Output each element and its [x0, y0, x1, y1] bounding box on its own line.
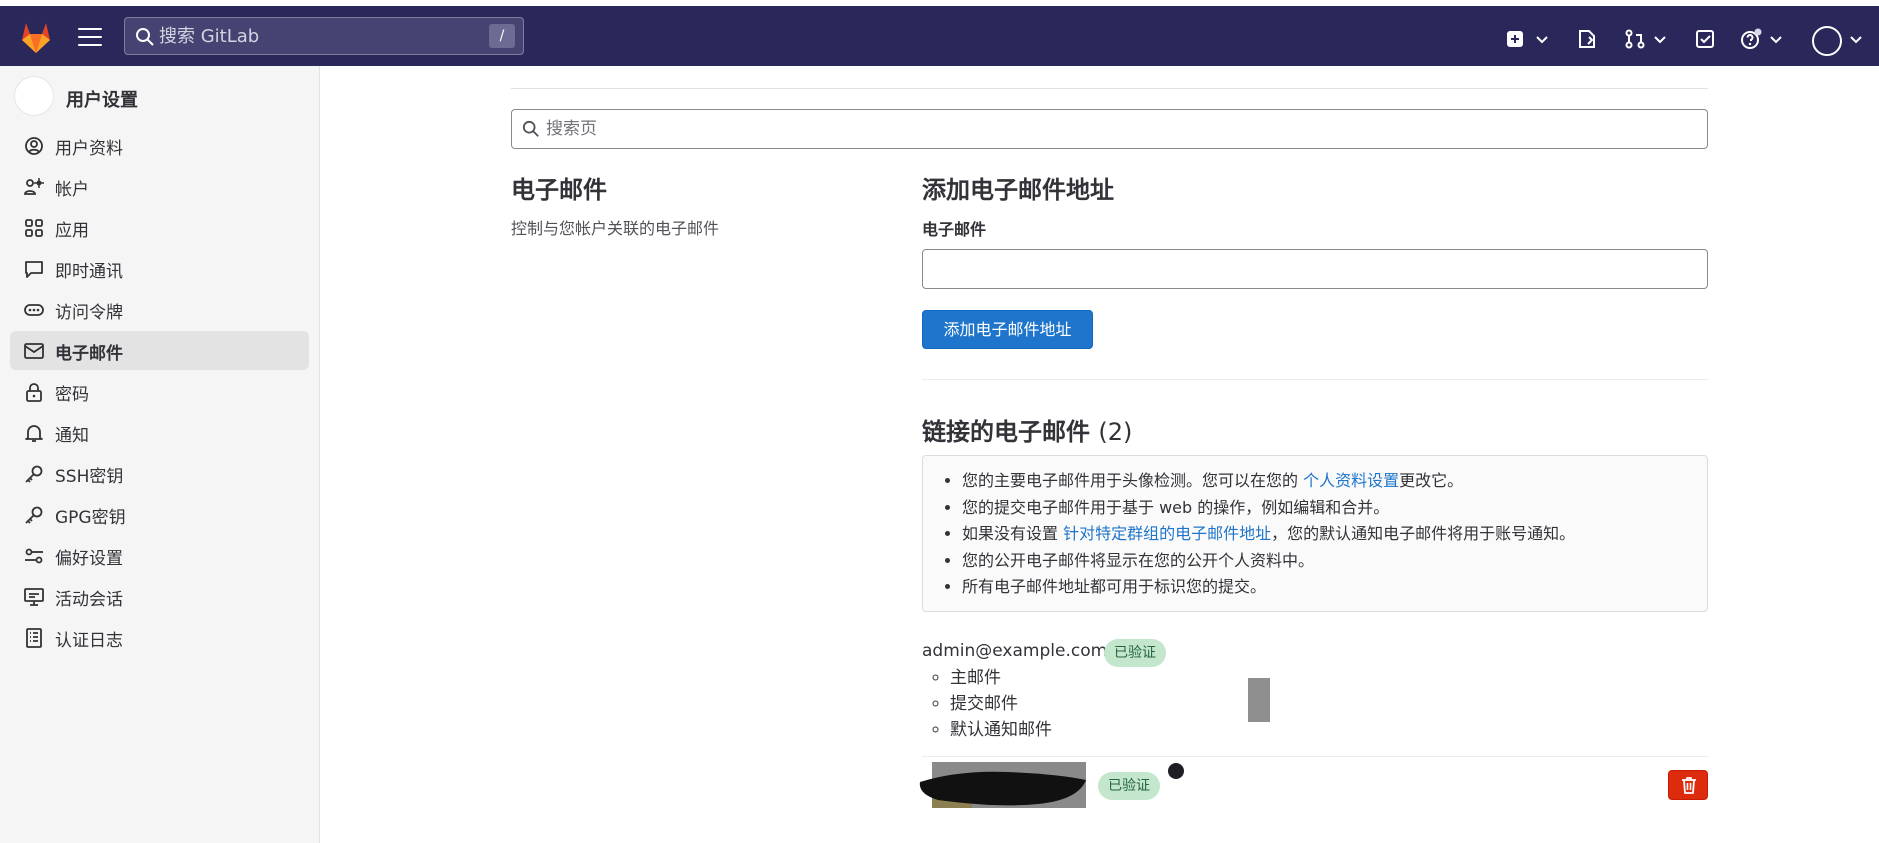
preferences-icon — [25, 548, 43, 564]
linked-emails-title-text: 链接的电子邮件 — [922, 418, 1090, 446]
linked-emails-title: 链接的电子邮件 (2) — [922, 412, 1132, 447]
mail-icon — [24, 343, 44, 359]
sidebar-item-label: 密码 — [55, 385, 89, 405]
email-role: 默认通知邮件 — [950, 717, 1052, 743]
linked-emails-count: (2) — [1098, 418, 1133, 446]
chevron-down-icon[interactable] — [1850, 34, 1862, 44]
sidebar-item-chat[interactable]: 即时通讯 — [10, 249, 309, 288]
divider — [922, 756, 1708, 757]
section-description: 控制与您帐户关联的电子邮件 — [511, 219, 720, 238]
sidebar-item-auth-log[interactable]: 认证日志 — [10, 618, 309, 657]
email-role: 主邮件 — [950, 665, 1052, 691]
search-icon — [136, 28, 154, 46]
search-icon — [522, 120, 539, 137]
avatar — [14, 76, 54, 116]
sidebar-item-label: 访问令牌 — [55, 303, 123, 323]
sidebar-item-label: 认证日志 — [55, 631, 123, 651]
global-search[interactable]: / — [124, 17, 524, 55]
sidebar-item-label: 用户资料 — [55, 139, 123, 159]
log-icon — [26, 628, 42, 648]
sidebar-item-applications[interactable]: 应用 — [10, 208, 309, 247]
email-field[interactable] — [922, 249, 1708, 289]
sidebar-item-notifications[interactable]: 通知 — [10, 413, 309, 452]
sidebar-item-ssh-keys[interactable]: SSH密钥 — [10, 454, 309, 493]
sidebar-item-account[interactable]: 帐户 — [10, 167, 309, 206]
global-search-input[interactable] — [159, 23, 479, 49]
hamburger-icon[interactable] — [78, 28, 102, 48]
info-item: 您的提交电子邮件用于基于 web 的操作，例如编辑和合并。 — [962, 495, 1691, 522]
key-icon — [25, 506, 43, 524]
chevron-down-icon[interactable] — [1654, 34, 1666, 44]
lock-icon — [26, 383, 42, 402]
sidebar-item-label: 活动会话 — [55, 590, 123, 610]
add-email-title: 添加电子邮件地址 — [922, 176, 1114, 204]
account-icon — [24, 178, 44, 195]
info-item: 所有电子邮件地址都可用于标识您的提交。 — [962, 574, 1691, 601]
email-address: admin@example.com — [922, 641, 1108, 661]
page-search[interactable] — [511, 109, 1708, 149]
top-navbar: / — [0, 0, 1879, 66]
help-icon[interactable] — [1740, 28, 1762, 50]
delete-email-button[interactable] — [1668, 770, 1708, 800]
sidebar-title: 用户设置 — [66, 90, 138, 111]
sidebar-item-preferences[interactable]: 偏好设置 — [10, 536, 309, 575]
plus-square-icon[interactable] — [1504, 28, 1526, 50]
verified-badge: 已验证 — [1098, 772, 1160, 800]
gitlab-logo[interactable] — [18, 20, 54, 54]
sidebar-item-profile[interactable]: 用户资料 — [10, 126, 309, 165]
monitor-icon — [24, 588, 44, 606]
page-search-input[interactable] — [546, 116, 1646, 142]
token-icon — [24, 304, 44, 316]
trash-icon — [1682, 777, 1696, 794]
sidebar-item-active-sessions[interactable]: 活动会话 — [10, 577, 309, 616]
sidebar-item-emails[interactable]: 电子邮件 — [10, 331, 309, 370]
sidebar-item-access-tokens[interactable]: 访问令牌 — [10, 290, 309, 329]
redaction-dot — [1168, 763, 1184, 779]
settings-sidebar: 用户设置 用户资料 帐户 应用 即时通讯 访问令牌 电子邮件 密码 通知 SSH… — [0, 66, 320, 843]
group-emails-link[interactable]: 针对特定群组的电子邮件地址 — [1063, 524, 1271, 543]
sidebar-item-label: 即时通讯 — [55, 262, 123, 282]
section-title: 电子邮件 — [511, 176, 607, 204]
search-shortcut-key: / — [489, 24, 515, 48]
info-item: 如果没有设置 针对特定群组的电子邮件地址，您的默认通知电子邮件将用于账号通知。 — [962, 521, 1691, 548]
emails-info-box: 您的主要电子邮件用于头像检测。您可以在您的 个人资料设置更改它。 您的提交电子邮… — [922, 455, 1708, 612]
applications-icon — [25, 219, 43, 237]
sidebar-item-gpg-keys[interactable]: GPG密钥 — [10, 495, 309, 534]
sidebar-item-label: 通知 — [55, 426, 89, 446]
chevron-down-icon[interactable] — [1536, 34, 1548, 44]
profile-settings-link[interactable]: 个人资料设置 — [1303, 471, 1399, 490]
todo-icon[interactable] — [1694, 28, 1716, 50]
info-item: 您的公开电子邮件将显示在您的公开个人资料中。 — [962, 548, 1691, 575]
email-field-label: 电子邮件 — [922, 220, 987, 239]
sidebar-item-label: SSH密钥 — [55, 467, 124, 487]
merge-request-icon[interactable] — [1624, 28, 1646, 50]
sidebar-item-label: 电子邮件 — [55, 344, 123, 364]
user-icon — [25, 137, 43, 155]
key-icon — [25, 465, 43, 483]
add-email-button[interactable]: 添加电子邮件地址 — [922, 310, 1093, 349]
info-item: 您的主要电子邮件用于头像检测。您可以在您的 个人资料设置更改它。 — [962, 468, 1691, 495]
chat-icon — [25, 261, 43, 278]
bell-icon — [25, 425, 43, 442]
issues-icon[interactable] — [1576, 28, 1598, 50]
email-roles-list: 主邮件 提交邮件 默认通知邮件 — [950, 665, 1052, 743]
redaction-block — [1248, 678, 1270, 722]
sidebar-item-label: GPG密钥 — [55, 508, 126, 528]
user-avatar[interactable] — [1812, 26, 1842, 56]
sidebar-item-label: 应用 — [55, 221, 89, 241]
chevron-down-icon[interactable] — [1770, 34, 1782, 44]
email-role: 提交邮件 — [950, 691, 1052, 717]
sidebar-item-password[interactable]: 密码 — [10, 372, 309, 411]
sidebar-item-label: 偏好设置 — [55, 549, 123, 569]
redacted-email-address — [919, 762, 1086, 808]
sidebar-item-label: 帐户 — [55, 180, 89, 200]
divider — [922, 379, 1708, 380]
divider — [511, 88, 1708, 89]
verified-badge: 已验证 — [1104, 639, 1166, 667]
